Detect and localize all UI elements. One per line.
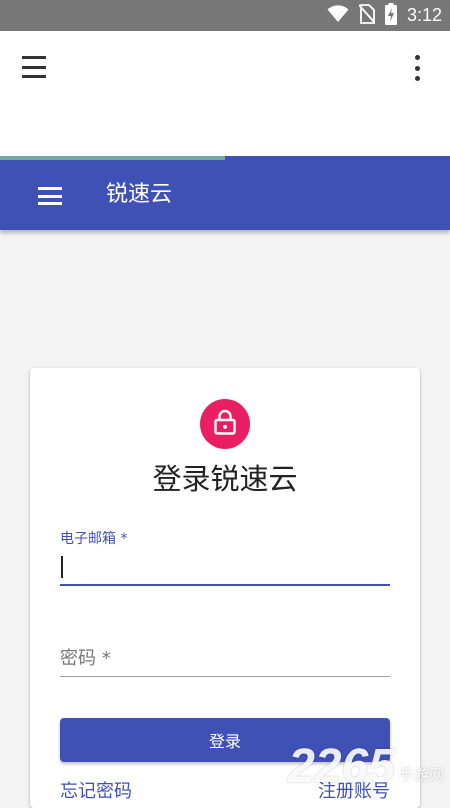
- more-vert-icon[interactable]: [414, 55, 420, 81]
- watermark: 2265 手游网: [288, 741, 444, 793]
- email-input[interactable]: [60, 548, 390, 586]
- app-bar: 锐速云: [0, 160, 450, 230]
- password-input[interactable]: [60, 640, 390, 677]
- lock-icon: [214, 409, 236, 439]
- hamburger-menu-icon[interactable]: [22, 56, 48, 78]
- browser-toolbar: [0, 31, 450, 158]
- email-label: 电子邮箱 *: [60, 531, 128, 547]
- battery-charging-icon: [384, 2, 397, 29]
- status-time: 3:12: [406, 5, 442, 25]
- text-cursor: [61, 556, 63, 578]
- wifi-icon: [327, 4, 349, 27]
- status-bar: 3:12: [0, 0, 450, 31]
- status-icons: 3:12: [327, 0, 442, 31]
- forgot-password-link[interactable]: 忘记密码: [60, 777, 132, 803]
- watermark-number: 2265: [288, 740, 395, 793]
- app-title: 锐速云: [106, 182, 173, 207]
- lock-badge: [200, 399, 250, 449]
- no-sim-icon: [358, 3, 376, 28]
- hamburger-menu-icon[interactable]: [38, 187, 62, 205]
- login-title: 登录锐速云: [152, 462, 298, 496]
- watermark-text: 手游网: [398, 766, 444, 784]
